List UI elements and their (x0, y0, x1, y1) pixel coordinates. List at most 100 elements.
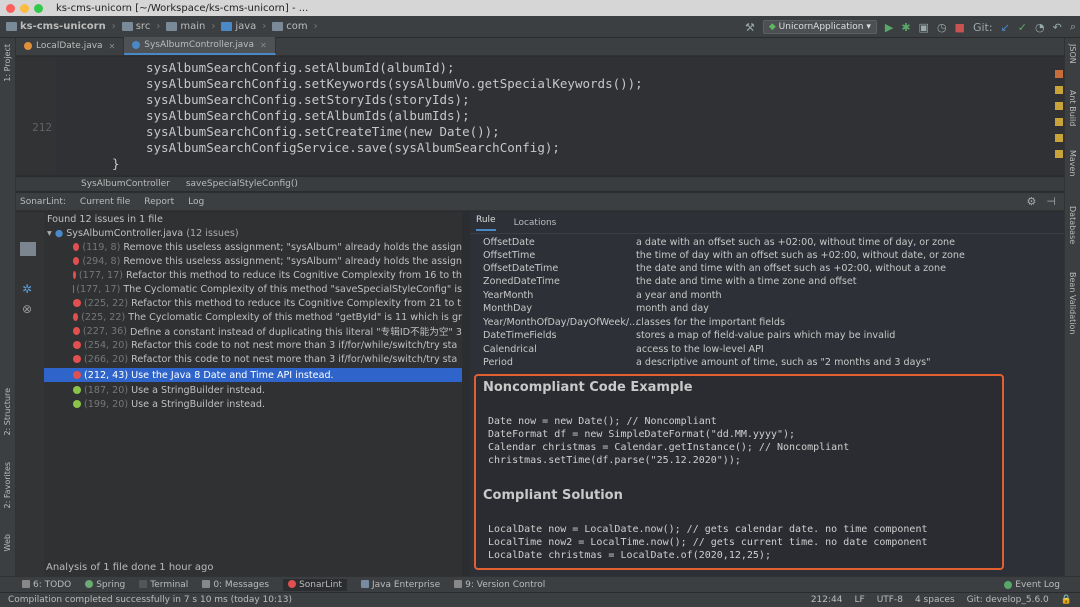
compliant-code-line: LocalTime now2 = LocalTime.now(); // get… (488, 537, 928, 548)
issue-item[interactable]: (199, 20) Use a StringBuilder instead. (44, 397, 462, 411)
file-encoding[interactable]: UTF-8 (877, 595, 903, 605)
analyze-file-icon[interactable] (20, 242, 36, 256)
issue-item[interactable]: (254, 20) Refactor this code to not nest … (44, 338, 462, 352)
stop-icon[interactable]: ■ (955, 21, 965, 34)
terminal-tool-button[interactable]: Terminal (139, 580, 188, 590)
close-tab-icon[interactable]: ✕ (109, 42, 116, 51)
issue-item[interactable]: (177, 17) The Cyclomatic Complexity of th… (44, 282, 462, 296)
coverage-icon[interactable]: ▣ (919, 21, 929, 34)
editor-crumb-method[interactable]: saveSpecialStyleConfig() (186, 179, 298, 189)
caret-position[interactable]: 212:44 (811, 595, 843, 605)
sonarlint-tool-button[interactable]: SonarLint (283, 578, 347, 591)
git-branch[interactable]: Git: develop_5.6.0 (967, 595, 1049, 605)
issue-item-selected[interactable]: (212, 43) Use the Java 8 Date and Time AP… (44, 368, 462, 382)
window-title: ks-cms-unicorn [~/Workspace/ks-cms-unico… (56, 2, 309, 14)
major-severity-icon (73, 299, 81, 307)
profile-icon[interactable]: ◷ (937, 21, 947, 34)
bean-validation-tool-button[interactable]: Bean Validation (1068, 272, 1077, 334)
json-tool-button[interactable]: JSON (1068, 44, 1077, 64)
noncompliant-code-line: DateFormat df = new SimpleDateFormat("dd… (488, 429, 796, 440)
minimize-window-icon[interactable] (20, 3, 29, 13)
favorites-tool-button[interactable]: 2: Favorites (3, 462, 12, 508)
status-bar: Compilation completed successfully in 7 … (0, 592, 1080, 607)
issue-item[interactable]: (294, 8) Remove this useless assignment; … (44, 254, 462, 268)
warning-stripe-marker[interactable] (1055, 118, 1063, 126)
warning-stripe-marker[interactable] (1055, 150, 1063, 158)
tab-current-file[interactable]: Current file (80, 197, 130, 207)
messages-tool-button[interactable]: 0: Messages (202, 580, 269, 590)
major-severity-icon (73, 271, 76, 279)
vcs-commit-icon[interactable]: ✓ (1018, 21, 1027, 34)
issue-item[interactable]: (225, 22) The Cyclomatic Complexity of th… (44, 310, 462, 324)
class-file-icon (24, 42, 32, 50)
issue-item[interactable]: (225, 22) Refactor this method to reduce … (44, 296, 462, 310)
breadcrumb-project[interactable]: ks-cms-unicorn › (6, 21, 116, 32)
rule-detail-tabs: Rule Locations (470, 212, 1064, 234)
lock-icon[interactable]: 🔒 (1061, 595, 1072, 605)
structure-tool-button[interactable]: 2: Structure (3, 388, 12, 436)
revert-icon[interactable]: ↶ (1053, 21, 1062, 34)
search-everywhere-icon[interactable]: ⌕ (1070, 20, 1076, 34)
breadcrumb-main[interactable]: main › (166, 21, 215, 32)
compliant-code-line: LocalDate now = LocalDate.now(); // gets… (488, 524, 928, 535)
version-control-tool-button[interactable]: 9: Version Control (454, 580, 545, 590)
close-window-icon[interactable] (6, 3, 15, 13)
issues-file-node[interactable]: ▾ ● SysAlbumController.java (12 issues) (44, 226, 462, 240)
tab-sysalbumcontroller[interactable]: SysAlbumController.java ✕ (124, 37, 276, 55)
breadcrumb-src[interactable]: src › (121, 21, 160, 32)
code-editor[interactable]: 212 sysAlbumSearchConfig.setAlbumId(albu… (16, 57, 1064, 175)
warning-stripe-marker[interactable] (1055, 86, 1063, 94)
warning-stripe-marker[interactable] (1055, 134, 1063, 142)
rule-table-row: OffsetDate a date with an offset such as … (483, 237, 956, 248)
run-icon[interactable]: ▶ (885, 21, 893, 34)
breadcrumb-com[interactable]: com › (272, 21, 318, 32)
run-configuration-select[interactable]: ◆ UnicornApplication ▾ (762, 20, 877, 34)
java-enterprise-tool-button[interactable]: Java Enterprise (360, 580, 440, 590)
expand-arrow-icon[interactable]: ▾ (47, 228, 52, 239)
database-tool-button[interactable]: Database (1068, 206, 1077, 244)
folder-icon (166, 22, 178, 31)
issue-item[interactable]: (227, 36) Define a constant instead of du… (44, 324, 462, 338)
warning-stripe-marker[interactable] (1055, 102, 1063, 110)
sonarlint-icon (288, 580, 297, 588)
compliant-code-line: LocalDate christmas = LocalDate.of(2020,… (488, 550, 771, 561)
breadcrumb-java[interactable]: java › (221, 21, 266, 32)
issue-item[interactable]: (187, 20) Use a StringBuilder instead. (44, 383, 462, 397)
tab-report[interactable]: Report (144, 197, 174, 207)
analysis-status: Analysis of 1 file done 1 hour ago (46, 562, 214, 573)
debug-icon[interactable]: ✱ (901, 21, 910, 34)
event-log-button[interactable]: Event Log (1004, 577, 1060, 593)
major-severity-icon (73, 313, 79, 321)
editor-crumb-class[interactable]: SysAlbumController (81, 179, 170, 189)
rules-config-icon[interactable]: ✲ (22, 282, 32, 296)
maximize-window-icon[interactable] (34, 3, 43, 13)
code-line: sysAlbumSearchConfig.setCreateTime(new D… (146, 124, 500, 139)
noncompliant-code-line: Calendar christmas = Calendar.getInstanc… (488, 442, 850, 453)
tab-rule[interactable]: Rule (476, 215, 496, 231)
hide-panel-icon[interactable]: ⊣ (1046, 195, 1056, 208)
web-tool-button[interactable]: Web (3, 534, 12, 551)
issue-item[interactable]: (266, 20) Refactor this code to not nest … (44, 352, 462, 366)
settings-gear-icon[interactable]: ⚙ (1027, 195, 1037, 208)
sonarlint-title: SonarLint: (20, 196, 66, 207)
tab-locations[interactable]: Locations (514, 218, 557, 228)
issue-item[interactable]: (119, 8) Remove this useless assignment; … (44, 240, 462, 254)
rule-table-row: MonthDay month and day (483, 303, 709, 314)
vcs-update-icon[interactable]: ↙ (1001, 21, 1010, 34)
project-tool-button[interactable]: 1: Project (3, 44, 12, 82)
major-severity-icon (73, 355, 81, 363)
maven-tool-button[interactable]: Maven (1068, 150, 1077, 177)
history-icon[interactable]: ◔ (1035, 21, 1045, 34)
tab-log[interactable]: Log (188, 197, 204, 207)
error-stripe-marker[interactable] (1055, 70, 1063, 78)
spring-tool-button[interactable]: Spring (85, 580, 125, 590)
close-tab-icon[interactable]: ✕ (260, 41, 267, 50)
issue-item[interactable]: (177, 17) Refactor this method to reduce … (44, 268, 462, 282)
line-separator[interactable]: LF (855, 595, 865, 605)
todo-tool-button[interactable]: 6: TODO (22, 580, 71, 590)
tab-localdate[interactable]: LocalDate.java ✕ (16, 37, 125, 55)
indent-setting[interactable]: 4 spaces (915, 595, 955, 605)
ant-build-tool-button[interactable]: Ant Build (1068, 90, 1077, 126)
build-icon[interactable]: ⚒ (745, 21, 755, 34)
clear-icon[interactable]: ⊗ (22, 302, 32, 316)
